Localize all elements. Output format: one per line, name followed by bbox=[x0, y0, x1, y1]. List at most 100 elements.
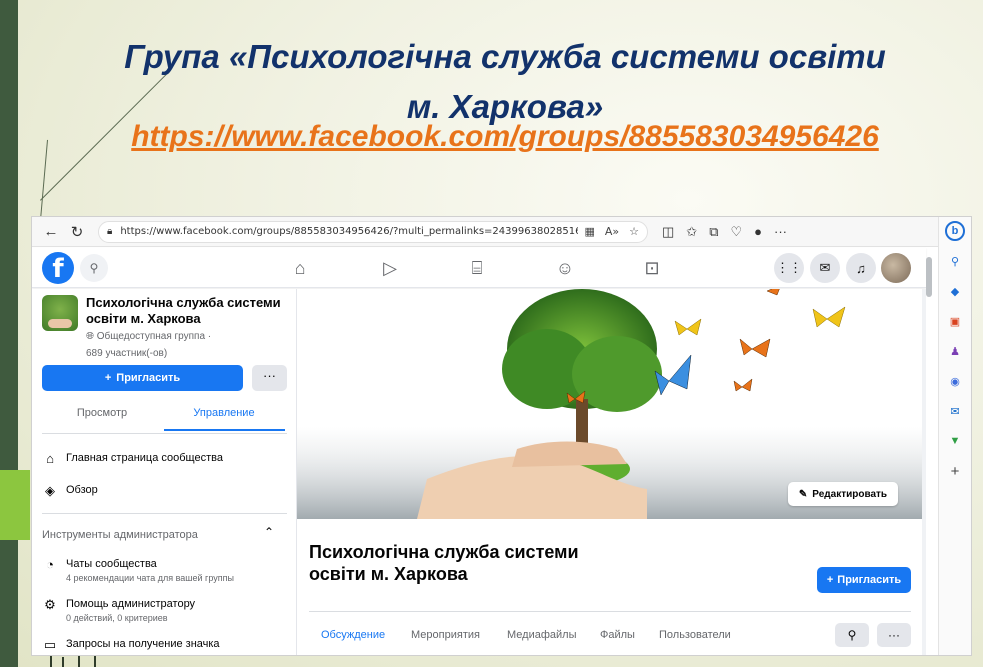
group-name[interactable]: Психологічна служба системи освіти м. Ха… bbox=[86, 295, 286, 327]
messenger-icon[interactable]: ✉ bbox=[810, 253, 840, 283]
group-main: ✎ Редактировать Психологічна служба сист… bbox=[297, 289, 926, 655]
group-info: Психологічна служба системи освіти м. Ха… bbox=[297, 519, 922, 655]
split-screen-icon[interactable]: ◫ bbox=[662, 224, 674, 240]
badge-icon: ▭ bbox=[43, 637, 57, 652]
group-thumbnail[interactable] bbox=[42, 295, 78, 331]
tab-view[interactable]: Просмотр bbox=[42, 407, 162, 419]
gear-icon: ⚙ bbox=[44, 597, 56, 612]
more-options-button[interactable]: ··· bbox=[252, 365, 287, 391]
back-arrow-icon[interactable]: ← bbox=[38, 219, 64, 245]
extensions-icon[interactable]: ♡ bbox=[731, 224, 743, 240]
menu-label: Запросы на получение значка bbox=[66, 638, 220, 650]
profile-icon[interactable]: ● bbox=[754, 224, 762, 239]
tab-events[interactable]: Мероприятия bbox=[411, 629, 480, 641]
menu-badge-requests[interactable]: ▭ Запросы на получение значка bbox=[42, 637, 220, 652]
facebook-header: f ⚲ ⌂ ▷ ⌸ ☺ ⊡ ⋮⋮ ✉ ♫ bbox=[32, 248, 926, 288]
slide-bar-bottom bbox=[0, 540, 18, 667]
invite-label: Пригласить bbox=[116, 372, 181, 384]
favorite-star-icon[interactable]: ☆ bbox=[629, 225, 639, 238]
menu-overview[interactable]: ◈ Обзор bbox=[42, 483, 98, 498]
tab-media[interactable]: Медиафайлы bbox=[507, 629, 576, 641]
add-icon[interactable]: + bbox=[945, 461, 965, 481]
divider bbox=[309, 611, 911, 612]
chevron-up-icon[interactable]: ⌃ bbox=[264, 525, 274, 539]
browser-toolbar: ← ↻ 🔒︎ https://www.facebook.com/groups/8… bbox=[32, 217, 940, 247]
search-icon[interactable]: ⚲ bbox=[945, 251, 965, 271]
menu-community-chats[interactable]: ◔ Чаты сообщества 4 рекомендации чата дл… bbox=[42, 557, 234, 584]
address-bar[interactable]: 🔒︎ https://www.facebook.com/groups/88558… bbox=[98, 220, 648, 243]
menu-label: Обзор bbox=[66, 484, 98, 496]
apps-icon[interactable]: ▦ bbox=[584, 225, 594, 238]
video-icon[interactable]: ▷ bbox=[375, 258, 405, 279]
reload-icon[interactable]: ↻ bbox=[64, 219, 90, 245]
tab-members[interactable]: Пользователи bbox=[659, 629, 731, 641]
invite-label: Пригласить bbox=[837, 574, 902, 586]
layers-icon: ◈ bbox=[45, 483, 55, 498]
edit-cover-button[interactable]: ✎ Редактировать bbox=[788, 482, 898, 506]
office-icon[interactable]: ◉ bbox=[945, 371, 965, 391]
group-link[interactable]: https://www.facebook.com/groups/88558303… bbox=[40, 120, 970, 154]
chat-icon: ◔ bbox=[46, 557, 54, 572]
menu-community-home[interactable]: ⌂ Главная страница сообщества bbox=[42, 451, 223, 466]
pencil-icon: ✎ bbox=[798, 488, 808, 500]
gaming-icon[interactable]: ⊡ bbox=[637, 258, 667, 279]
slide-bar-top bbox=[0, 0, 18, 470]
menu-label: Помощь администратору bbox=[66, 598, 196, 610]
group-privacy: 🌐︎ Общедоступная группа · bbox=[86, 331, 212, 342]
outlook-icon[interactable]: ✉ bbox=[945, 401, 965, 421]
invite-button[interactable]: + Пригласить bbox=[817, 567, 911, 593]
avatar[interactable] bbox=[881, 253, 911, 283]
address-url: https://www.facebook.com/groups/88558303… bbox=[120, 226, 578, 237]
plus-icon: + bbox=[826, 574, 834, 586]
divider bbox=[42, 513, 287, 514]
group-sidebar: Психологічна служба системи освіти м. Ха… bbox=[32, 289, 297, 655]
lock-icon: 🔒︎ bbox=[107, 226, 113, 237]
active-tab-indicator bbox=[164, 429, 285, 431]
tab-discussion[interactable]: Обсуждение bbox=[321, 629, 385, 641]
admin-tools-heading: Инструменты администратора bbox=[42, 529, 198, 541]
edit-label: Редактировать bbox=[812, 488, 888, 500]
scrollbar[interactable] bbox=[926, 257, 932, 297]
member-count[interactable]: 689 участник(-ов) bbox=[86, 346, 286, 361]
grass-blade bbox=[62, 657, 64, 667]
people-icon[interactable]: ♟ bbox=[945, 341, 965, 361]
menu-admin-assist[interactable]: ⚙ Помощь администратору 0 действий, 0 кр… bbox=[42, 597, 195, 624]
facebook-logo[interactable]: f bbox=[42, 252, 74, 284]
plus-icon: + bbox=[104, 372, 112, 384]
home-icon[interactable]: ⌂ bbox=[285, 258, 315, 279]
menu-label: Главная страница сообщества bbox=[66, 452, 223, 464]
browser-window: ← ↻ 🔒︎ https://www.facebook.com/groups/8… bbox=[31, 216, 972, 656]
grass-blade bbox=[94, 655, 96, 667]
toolbox-icon[interactable]: ▣ bbox=[945, 311, 965, 331]
invite-button[interactable]: + Пригласить bbox=[42, 365, 243, 391]
favorites-icon[interactable]: ✩ bbox=[686, 224, 697, 240]
home-icon: ⌂ bbox=[46, 451, 54, 466]
tab-manage[interactable]: Управление bbox=[164, 407, 284, 419]
menu-grid-icon[interactable]: ⋮⋮ bbox=[774, 253, 804, 283]
slide-bar-accent bbox=[0, 470, 30, 540]
more-options-button[interactable]: ··· bbox=[877, 623, 911, 647]
drop-icon[interactable]: ▼ bbox=[945, 431, 965, 451]
bing-copilot-icon[interactable]: b bbox=[945, 221, 965, 241]
cover-photo: ✎ Редактировать bbox=[297, 289, 922, 519]
slide-title: Група «Психологічна служба системи освіт… bbox=[40, 32, 970, 132]
groups-icon[interactable]: ☺ bbox=[550, 258, 580, 279]
collections-icon[interactable]: ⧉ bbox=[709, 224, 718, 240]
notifications-icon[interactable]: ♫ bbox=[846, 253, 876, 283]
search-icon[interactable]: ⚲ bbox=[80, 254, 108, 282]
menu-sublabel: 4 рекомендации чата для вашей группы bbox=[66, 573, 234, 583]
marketplace-icon[interactable]: ⌸ bbox=[462, 258, 492, 279]
more-menu-icon[interactable]: ··· bbox=[774, 224, 787, 239]
read-aloud-icon[interactable]: A» bbox=[605, 225, 619, 238]
divider bbox=[42, 433, 287, 434]
search-icon[interactable]: ⚲ bbox=[835, 623, 869, 647]
group-header: Психологічна служба системи освіти м. Ха… bbox=[42, 295, 286, 361]
group-title: Психологічна служба системи освіти м. Ха… bbox=[309, 542, 579, 584]
privacy-label: Общедоступная группа · bbox=[96, 331, 212, 342]
tab-files[interactable]: Файлы bbox=[600, 629, 635, 641]
edge-sidebar: b ⚲ ◆ ▣ ♟ ◉ ✉ ▼ + bbox=[938, 217, 971, 655]
menu-sublabel: 0 действий, 0 критериев bbox=[66, 613, 168, 623]
slide-title-line1: Група «Психологічна служба системи освіт… bbox=[124, 38, 886, 75]
menu-label: Чаты сообщества bbox=[66, 558, 157, 570]
tag-icon[interactable]: ◆ bbox=[945, 281, 965, 301]
